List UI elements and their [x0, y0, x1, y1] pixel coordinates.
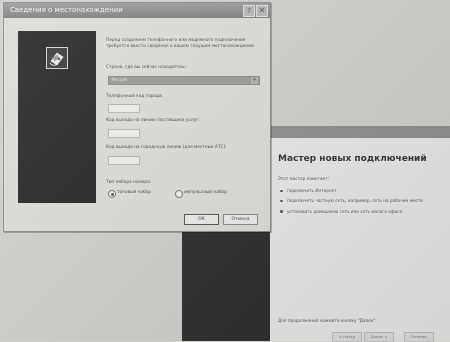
dialog-title: Сведения о местонахождении: [10, 6, 123, 14]
help-icon[interactable]: ?: [243, 5, 255, 17]
cancel-button[interactable]: Отмена: [223, 214, 258, 225]
wizard-bullet-list: подключить Интернет подключить частную с…: [278, 188, 448, 219]
telephone-icon: [46, 47, 68, 69]
dialing-type-label: Тип набора номера:: [106, 180, 152, 185]
wizard-content: Мастер новых подключений Этот мастер пом…: [270, 138, 450, 342]
location-info-dialog: Сведения о местонахождении ? ✕ Перед соз…: [3, 2, 271, 232]
wizard-bullet: установить домашнюю сеть или сеть малого…: [278, 209, 448, 214]
bullet-icon: [280, 199, 283, 203]
country-label: Страна, где вы сейчас находитесь:: [106, 65, 187, 70]
area-code-label: Телефонный код города:: [106, 94, 163, 99]
chevron-down-icon[interactable]: ▾: [251, 77, 258, 84]
outside-line-label: Код выхода на городскую линию (для местн…: [106, 145, 227, 150]
country-select[interactable]: Россия ▾: [108, 76, 260, 85]
wizard-bullet-text: подключить частную сеть, например, сеть …: [287, 198, 423, 204]
wizard-title: Мастер новых подключений: [278, 154, 427, 164]
wizard-bullet-text: подключить Интернет: [287, 188, 337, 193]
pulse-dialing-label: импульсный набор: [184, 190, 227, 195]
wizard-titlebar: [270, 126, 450, 138]
tone-dialing-label: тоновый набор: [117, 190, 152, 195]
carrier-code-label: Код выхода на линию поставщика услуг:: [106, 118, 200, 123]
tone-dialing-radio[interactable]: [108, 190, 116, 198]
wizard-footer-text: Для продолжения нажмите кнопку "Далее".: [278, 318, 377, 323]
bullet-icon: [280, 189, 283, 192]
wizard-button-row: < Назад Далее > Отмена: [270, 332, 450, 342]
ok-button[interactable]: ОК: [184, 214, 219, 225]
country-value: Россия: [112, 77, 128, 83]
area-code-input[interactable]: [108, 104, 140, 113]
dialog-side-graphic: [18, 31, 96, 203]
dialog-titlebar[interactable]: Сведения о местонахождении ? ✕: [4, 3, 270, 18]
wizard-bullet: подключить Интернет: [278, 188, 448, 193]
close-icon[interactable]: ✕: [256, 5, 268, 17]
wizard-bullet-text: установить домашнюю сеть или сеть малого…: [287, 208, 403, 214]
radio-selected-dot: [110, 192, 114, 196]
wizard-intro-text: Этот мастер помогает:: [278, 176, 329, 181]
carrier-code-input[interactable]: [108, 129, 140, 138]
bullet-icon: [280, 210, 283, 213]
pulse-dialing-radio[interactable]: [175, 190, 183, 198]
outside-line-input[interactable]: [108, 156, 140, 165]
wizard-bullet: подключить частную сеть, например, сеть …: [278, 198, 448, 203]
dialog-description: Перед созданием телефонного или модемног…: [106, 38, 256, 49]
